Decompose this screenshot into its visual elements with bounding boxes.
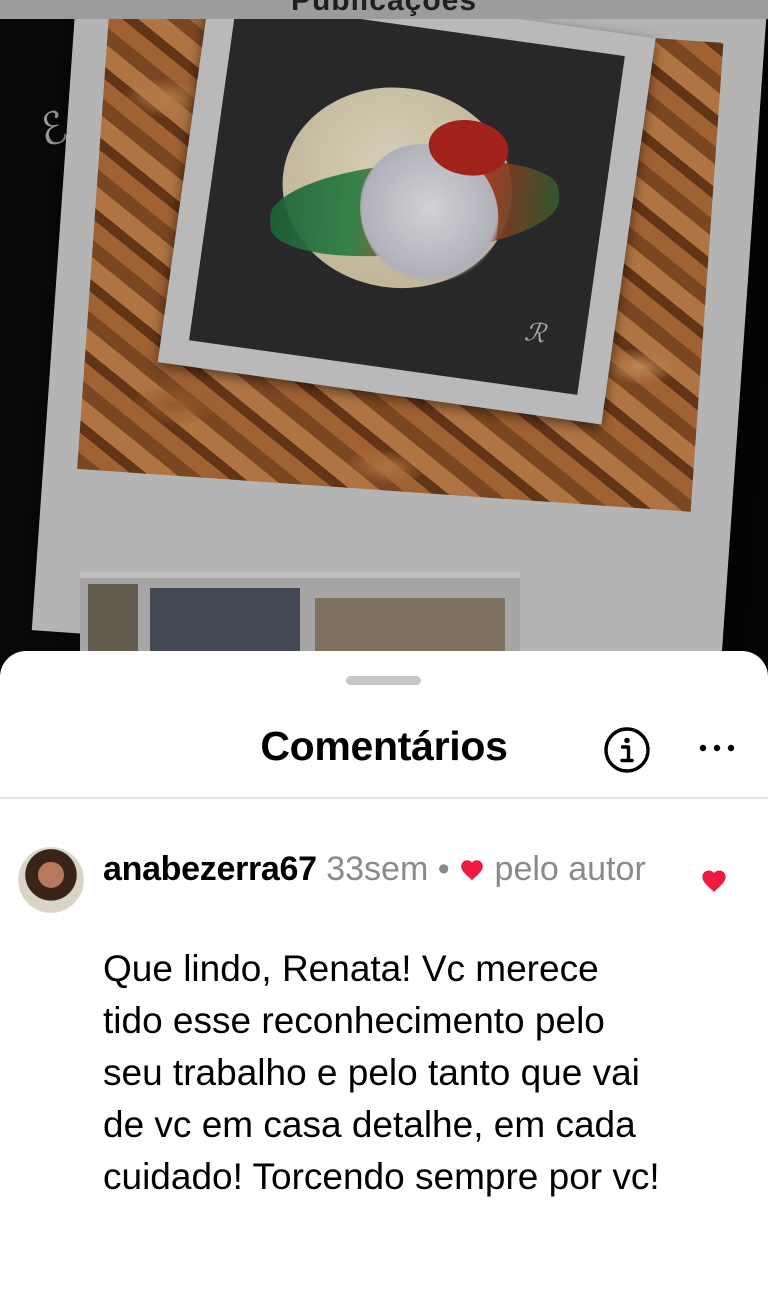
like-heart-icon[interactable] bbox=[700, 867, 728, 895]
post-image: Publicações ℰ ℛ bbox=[0, 0, 768, 680]
dim-overlay[interactable] bbox=[0, 0, 768, 680]
more-options-icon[interactable] bbox=[697, 733, 737, 763]
comment-username[interactable]: anabezerra67 bbox=[103, 850, 317, 888]
comments-sheet: Comentários anabezerra67 33sem • pelo au… bbox=[0, 651, 768, 1313]
info-icon[interactable] bbox=[603, 726, 651, 774]
liked-by-author-label: pelo autor bbox=[494, 850, 646, 888]
sheet-title: Comentários bbox=[260, 723, 508, 769]
divider bbox=[0, 797, 768, 799]
post-header: Publicações bbox=[0, 0, 768, 19]
heart-icon bbox=[461, 860, 483, 881]
avatar[interactable] bbox=[18, 847, 84, 913]
comment-time: 33sem bbox=[326, 850, 429, 888]
meta-separator: • bbox=[437, 850, 450, 888]
post-header-title: Publicações bbox=[290, 0, 478, 17]
sheet-drag-handle[interactable] bbox=[346, 676, 421, 685]
comment-text: Que lindo, Renata! Vc merece tido esse r… bbox=[103, 948, 660, 1197]
comment-header: anabezerra67 33sem • pelo autor bbox=[103, 847, 663, 891]
